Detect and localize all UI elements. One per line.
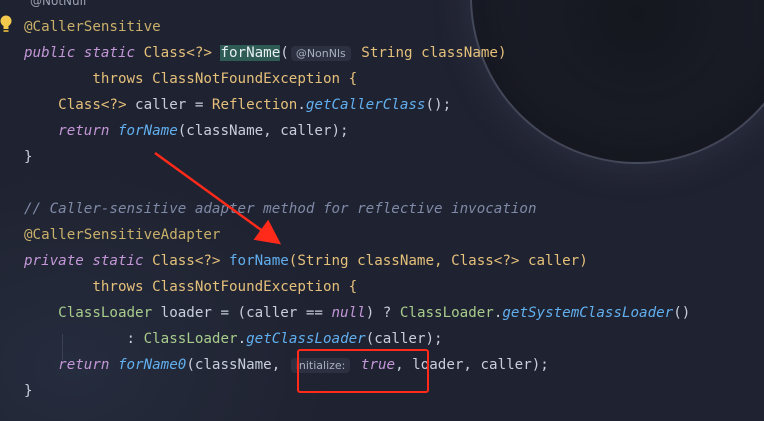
red-arrow-annotation xyxy=(154,151,282,245)
code-editor[interactable]: @NotNull @CallerSensitive public static C… xyxy=(0,0,764,421)
